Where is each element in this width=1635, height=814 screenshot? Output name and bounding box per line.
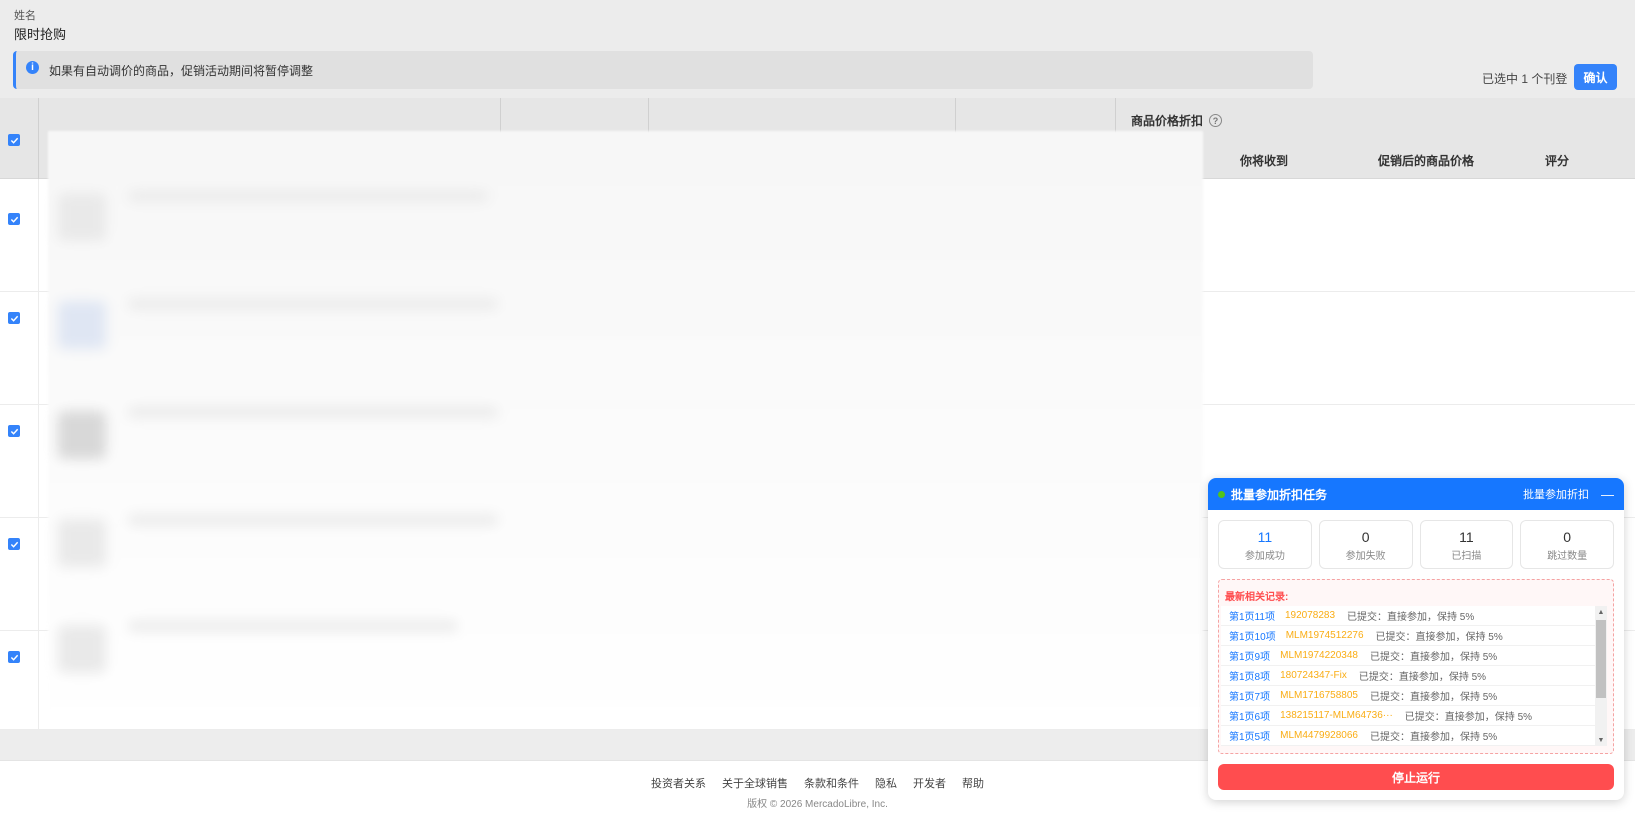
confirm-button[interactable]: 确认 [1574, 64, 1617, 90]
list-item: 第1页8项 180724347-Fix 已提交：直接参加，保持 5% [1221, 666, 1597, 686]
record-id: MLM4479928066 [1280, 730, 1358, 741]
stat-value: 11 [1257, 529, 1273, 545]
list-item: 第1页5项 MLM4479928066 已提交：直接参加，保持 5% [1221, 726, 1597, 746]
notice-text: 如果有自动调价的商品，促销活动期间将暂停调整 [49, 63, 314, 78]
scroll-down-icon[interactable]: ▼ [1595, 734, 1607, 746]
panel-header: 批量参加折扣任务 批量参加折扣 — [1208, 478, 1624, 510]
stats-row: 11 参加成功 0 参加失败 11 已扫描 0 跳过数量 [1208, 510, 1624, 569]
row-checkbox[interactable] [8, 538, 20, 550]
price-discount-header: 商品价格折扣 ? [1131, 112, 1223, 129]
stat-label: 跳过数量 [1547, 551, 1588, 562]
record-status: 已提交：直接参加，保持 5% [1375, 632, 1503, 643]
row-divider [38, 518, 39, 630]
blurred-thumbnail [58, 519, 106, 567]
select-all-checkbox[interactable] [8, 134, 20, 146]
record-page: 第1页9项 [1229, 652, 1271, 663]
list-item: 第1页11项 192078283 已提交：直接参加，保持 5% [1221, 606, 1597, 626]
page-header: 姓名 限时抢购 i 如果有自动调价的商品，促销活动期间将暂停调整 已选中 1 个… [0, 0, 1635, 98]
row-checkbox[interactable] [8, 425, 20, 437]
blurred-thumbnail [58, 625, 106, 673]
stat-value: 0 [1563, 529, 1572, 545]
row-divider [38, 405, 39, 517]
info-icon: i [26, 60, 39, 74]
record-page: 第1页7项 [1229, 692, 1271, 703]
list-item: 第1页10项 MLM1974512276 已提交：直接参加，保持 5% [1221, 626, 1597, 646]
blurred-text [128, 515, 498, 525]
record-page: 第1页11项 [1229, 612, 1275, 623]
stat-value: 11 [1459, 529, 1474, 545]
record-id: MLM1974512276 [1285, 630, 1364, 641]
stat-label: 参加失败 [1345, 551, 1386, 562]
record-status: 已提交：直接参加，保持 5% [1358, 672, 1487, 683]
record-status: 已提交：直接参加，保持 5% [1347, 612, 1475, 623]
record-id: MLM1716758805 [1280, 690, 1358, 701]
records-box: 最新相关记录: 第1页11项 192078283 已提交：直接参加，保持 5% … [1218, 579, 1614, 754]
footer-link-developers[interactable]: 开发者 [913, 775, 946, 791]
record-page: 第1页5项 [1229, 732, 1271, 743]
blurred-text [128, 299, 498, 309]
name-label: 姓名 [14, 10, 36, 22]
blurred-thumbnail [58, 193, 106, 241]
records-scrollbar[interactable]: ▲ ▼ [1595, 606, 1607, 746]
row-divider [38, 292, 39, 404]
row-checkbox[interactable] [8, 213, 20, 225]
col-you-receive: 你将收到 [1240, 154, 1289, 168]
record-id: 192078283 [1284, 610, 1336, 621]
blurred-text [128, 621, 458, 631]
footer-link-investors[interactable]: 投资者关系 [651, 775, 706, 791]
record-status: 已提交：直接参加，保持 5% [1404, 712, 1533, 723]
footer-link-help[interactable]: 帮助 [962, 775, 984, 791]
stat-skipped: 0 跳过数量 [1520, 520, 1614, 569]
row-divider [38, 631, 39, 729]
col-rating: 评分 [1545, 154, 1570, 168]
promotion-name: 限时抢购 [14, 27, 67, 42]
stat-success: 11 参加成功 [1218, 520, 1312, 569]
record-page: 第1页6项 [1229, 712, 1271, 723]
row-divider [38, 179, 39, 291]
list-item: 第1页7项 MLM1716758805 已提交：直接参加，保持 5% [1221, 686, 1597, 706]
list-item: 第1页6项 138215117-MLM64736··· 已提交：直接参加，保持 … [1221, 706, 1597, 726]
stat-failed: 0 参加失败 [1318, 520, 1413, 569]
record-id: 138215117-MLM64736··· [1280, 710, 1393, 721]
row-checkbox[interactable] [8, 651, 20, 663]
help-icon[interactable]: ? [1209, 114, 1223, 127]
footer-link-privacy[interactable]: 隐私 [875, 775, 897, 791]
stat-value: 0 [1361, 529, 1370, 545]
record-page: 第1页10项 [1229, 632, 1276, 643]
stop-button[interactable]: 停止运行 [1218, 764, 1614, 790]
blurred-text [128, 407, 498, 417]
stat-label: 参加成功 [1244, 551, 1285, 562]
list-item: 第1页9项 MLM1974220348 已提交：直接参加，保持 5% [1221, 646, 1597, 666]
records-title: 最新相关记录: [1225, 592, 1289, 603]
record-id: MLM1974220348 [1280, 650, 1358, 661]
footer-link-global-selling[interactable]: 关于全球销售 [722, 775, 788, 791]
blurred-content-overlay [48, 131, 1203, 726]
footer-link-terms[interactable]: 条款和条件 [804, 775, 859, 791]
column-divider [38, 98, 39, 179]
blurred-thumbnail [58, 301, 106, 349]
panel-mode: 批量参加折扣 [1523, 489, 1589, 501]
record-status: 已提交：直接参加，保持 5% [1369, 692, 1498, 703]
blurred-thumbnail [58, 411, 106, 459]
record-status: 已提交：直接参加，保持 5% [1369, 652, 1498, 663]
record-list[interactable]: 第1页11项 192078283 已提交：直接参加，保持 5% 第1页10项 M… [1221, 606, 1597, 746]
panel-title: 批量参加折扣任务 [1231, 487, 1328, 502]
col-promo-price: 促销后的商品价格 [1378, 154, 1475, 168]
scroll-up-icon[interactable]: ▲ [1595, 606, 1607, 618]
record-status: 已提交：直接参加，保持 5% [1369, 732, 1498, 743]
stat-label: 已扫描 [1451, 551, 1482, 562]
notice-banner: i 如果有自动调价的商品，促销活动期间将暂停调整 [13, 51, 1313, 89]
record-id: 180724347-Fix [1280, 670, 1347, 681]
scroll-thumb[interactable] [1596, 620, 1606, 698]
row-checkbox[interactable] [8, 312, 20, 324]
blurred-text [128, 191, 488, 201]
record-page: 第1页8项 [1229, 672, 1271, 683]
minimize-icon[interactable]: — [1601, 487, 1614, 502]
status-dot-icon [1218, 490, 1225, 498]
stat-scanned: 11 已扫描 [1419, 520, 1514, 569]
price-discount-label: 商品价格折扣 [1131, 114, 1204, 128]
batch-discount-panel: 批量参加折扣任务 批量参加折扣 — 11 参加成功 0 参加失败 11 已扫描 … [1208, 478, 1624, 800]
selected-count: 已选中 1 个刊登 [1482, 72, 1568, 86]
